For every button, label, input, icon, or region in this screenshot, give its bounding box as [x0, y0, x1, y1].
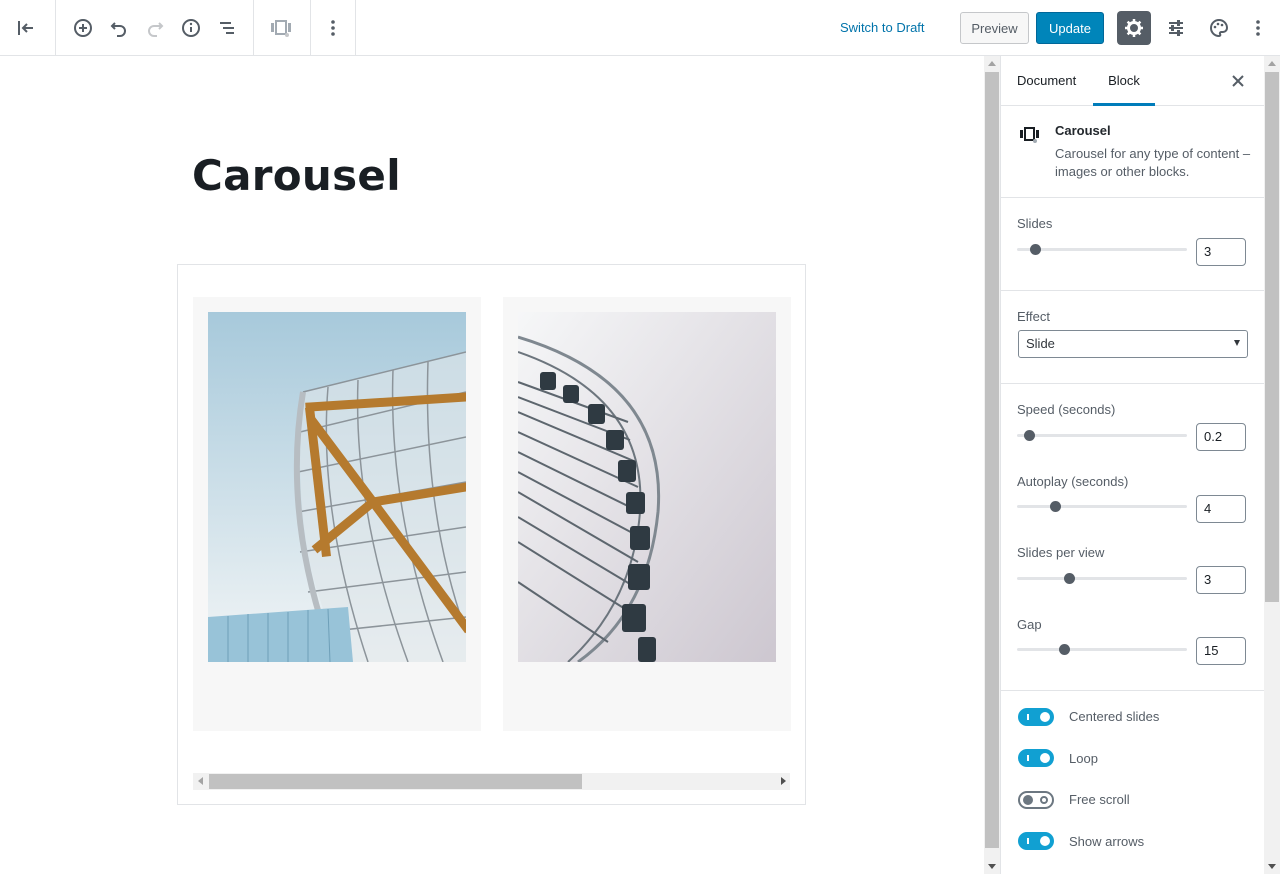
switch-to-draft-link[interactable]: Switch to Draft: [840, 18, 925, 38]
effect-select-value: Slide: [1026, 336, 1055, 351]
autoplay-label: Autoplay (seconds): [1017, 474, 1129, 489]
slides-range[interactable]: [1017, 244, 1187, 255]
slides-per-view-range-thumb[interactable]: [1064, 573, 1075, 584]
slides-range-thumb[interactable]: [1030, 244, 1041, 255]
carousel-slide[interactable]: [193, 297, 481, 731]
free-scroll-label: Free scroll: [1069, 792, 1130, 807]
close-icon[interactable]: [1227, 70, 1249, 92]
speed-input[interactable]: 0.2: [1196, 423, 1246, 451]
carousel-block-icon[interactable]: [263, 10, 299, 46]
block-card-description: Carousel for any type of content – image…: [1055, 146, 1251, 179]
post-title[interactable]: Carousel: [192, 152, 401, 200]
speed-range-thumb[interactable]: [1024, 430, 1035, 441]
autoplay-range-thumb[interactable]: [1050, 501, 1061, 512]
autoplay-range[interactable]: [1017, 501, 1187, 512]
editor-canvas: Carousel: [0, 56, 984, 874]
scroll-up-arrow-icon[interactable]: [1268, 61, 1276, 66]
tab-document[interactable]: Document: [1017, 56, 1076, 106]
gap-range-thumb[interactable]: [1059, 644, 1070, 655]
slides-per-view-range[interactable]: [1017, 573, 1187, 584]
carousel-slide[interactable]: [503, 297, 791, 731]
editor-scrollbar-thumb[interactable]: [985, 72, 999, 848]
centered-slides-label: Centered slides: [1069, 709, 1160, 724]
gap-label: Gap: [1017, 617, 1042, 632]
chevron-down-icon: [1234, 340, 1240, 346]
info-icon[interactable]: [173, 10, 209, 46]
panel-divider: [1001, 290, 1264, 291]
loop-label: Loop: [1069, 751, 1098, 766]
slide-image-architecture: [208, 312, 466, 662]
settings-sidebar: Document Block Carousel Carousel for any…: [1000, 56, 1264, 874]
show-arrows-toggle[interactable]: [1018, 832, 1054, 850]
editor-toolbar: Switch to Draft Preview Update: [0, 0, 1280, 56]
editor-scrollbar[interactable]: [984, 56, 1000, 874]
slides-label: Slides: [1017, 216, 1053, 231]
panel-divider: [1001, 197, 1264, 198]
carousel-block[interactable]: [177, 264, 806, 805]
sidebar-scrollbar-thumb[interactable]: [1265, 72, 1279, 602]
autoplay-input[interactable]: 4: [1196, 495, 1246, 523]
outline-icon[interactable]: [209, 10, 245, 46]
carousel-scrollbar[interactable]: [193, 773, 790, 790]
more-vertical-icon[interactable]: [315, 10, 351, 46]
slides-per-view-input[interactable]: 3: [1196, 566, 1246, 594]
slides-per-view-label: Slides per view: [1017, 545, 1105, 560]
toolbar-divider: [355, 0, 356, 56]
slide-image-ferris-wheel: [518, 312, 776, 662]
speed-label: Speed (seconds): [1017, 402, 1116, 417]
toolbar-divider: [253, 0, 254, 56]
scroll-left-arrow-icon[interactable]: [198, 777, 203, 785]
effect-label: Effect: [1017, 309, 1051, 324]
free-scroll-toggle[interactable]: [1018, 791, 1054, 809]
carousel-block-icon: [1019, 126, 1041, 146]
add-block-icon[interactable]: [65, 10, 101, 46]
gap-range[interactable]: [1017, 644, 1187, 655]
tab-block[interactable]: Block: [1093, 56, 1155, 106]
panel-divider: [1001, 383, 1264, 384]
more-vertical-icon[interactable]: [1240, 10, 1276, 46]
panel-divider: [1001, 690, 1264, 691]
palette-icon[interactable]: [1201, 10, 1237, 46]
sidebar-scrollbar[interactable]: [1264, 56, 1280, 874]
update-button[interactable]: Update: [1036, 12, 1104, 44]
centered-slides-toggle[interactable]: [1018, 708, 1054, 726]
scroll-up-arrow-icon[interactable]: [988, 61, 996, 66]
back-arrow-icon[interactable]: [8, 10, 44, 46]
carousel-scrollbar-thumb[interactable]: [209, 774, 582, 789]
undo-icon[interactable]: [101, 10, 137, 46]
loop-toggle[interactable]: [1018, 749, 1054, 767]
scroll-right-arrow-icon[interactable]: [781, 777, 786, 785]
block-card-title: Carousel: [1055, 123, 1111, 138]
scroll-down-arrow-icon[interactable]: [988, 864, 996, 869]
scroll-down-arrow-icon[interactable]: [1268, 864, 1276, 869]
sliders-icon[interactable]: [1158, 10, 1194, 46]
slides-input[interactable]: 3: [1196, 238, 1246, 266]
effect-select[interactable]: Slide: [1018, 330, 1248, 358]
gear-icon[interactable]: [1117, 11, 1151, 45]
gap-input[interactable]: 15: [1196, 637, 1246, 665]
speed-range[interactable]: [1017, 430, 1187, 441]
preview-button[interactable]: Preview: [960, 12, 1029, 44]
redo-icon[interactable]: [137, 10, 173, 46]
toolbar-divider: [310, 0, 311, 56]
toolbar-divider: [55, 0, 56, 56]
sidebar-tabs: Document Block: [1001, 56, 1264, 106]
show-arrows-label: Show arrows: [1069, 834, 1145, 849]
